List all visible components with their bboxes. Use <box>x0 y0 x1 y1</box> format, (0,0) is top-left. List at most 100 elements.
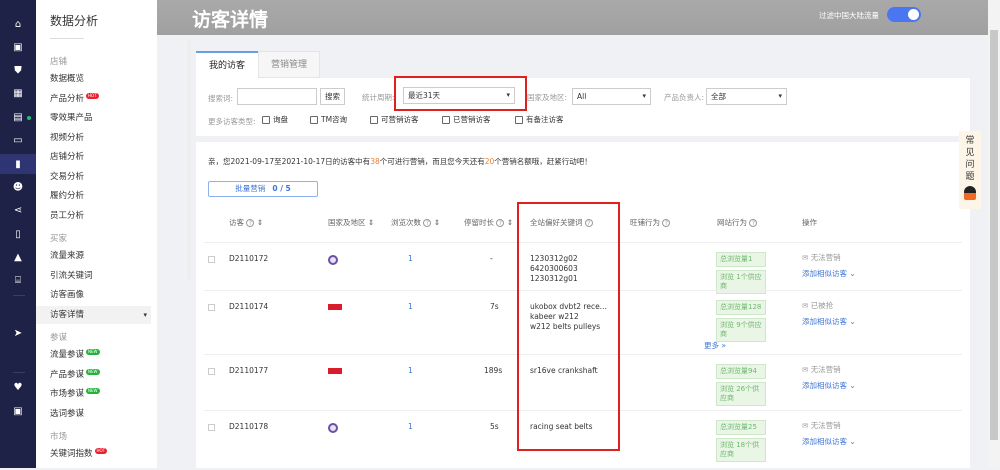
avatar-icon <box>964 186 976 200</box>
faq-button[interactable]: 常见问题 <box>959 131 981 209</box>
stay-duration: 7s <box>490 302 499 311</box>
view-count[interactable]: 1 <box>408 422 413 431</box>
column-header: 操作 <box>802 217 817 228</box>
grid-icon[interactable]: ▦ <box>0 83 36 103</box>
filter-china-label: 过滤中国大陆流量 <box>819 11 879 20</box>
row-checkbox[interactable] <box>208 304 215 311</box>
checkbox-marketed[interactable]: 已营销访客 <box>442 114 491 125</box>
tab-marketing[interactable]: 营销管理 <box>258 51 320 78</box>
sidebar-item[interactable]: 流量参谋 NEW <box>36 346 151 364</box>
share-icon[interactable]: ⋖ <box>0 200 36 220</box>
add-similar-visitor-link[interactable]: 添加相似访客 ⌄ <box>802 380 856 391</box>
help-icon[interactable]: ? <box>496 219 505 227</box>
users-icon[interactable]: ☻ <box>0 177 36 197</box>
search-button[interactable]: 搜索 <box>320 88 345 105</box>
column-label: 旺铺行为 <box>630 218 660 227</box>
chevron-down-icon: ⌄ <box>849 317 856 326</box>
filter-china-toggle[interactable] <box>887 7 921 22</box>
sort-icon[interactable]: ⇕ <box>507 218 513 227</box>
sidebar-item-label: 产品分析 <box>50 93 85 104</box>
stay-duration: 189s <box>484 366 503 375</box>
view-count[interactable]: 1 <box>408 366 413 375</box>
column-label: 操作 <box>802 218 817 227</box>
add-label: 添加相似访客 <box>802 317 847 326</box>
page-scrollbar[interactable] <box>988 0 1000 468</box>
sidebar-item[interactable]: 访客详情 <box>36 305 151 324</box>
sidebar-item[interactable]: 视频分析 <box>36 129 151 147</box>
sidebar-item[interactable]: 选词参谋 <box>36 405 151 423</box>
notice-text: 个可进行营销，而且您今天还有 <box>379 157 485 166</box>
help-icon[interactable]: ? <box>662 219 671 227</box>
sort-icon[interactable]: ⇕ <box>368 218 374 227</box>
row-checkbox[interactable] <box>208 424 215 431</box>
region-select[interactable]: All <box>572 88 651 105</box>
checkbox-inquiry[interactable]: 询盘 <box>262 114 288 125</box>
sidebar-item[interactable]: 产品分析 HOT <box>36 90 151 108</box>
add-similar-visitor-link[interactable]: 添加相似访客 ⌄ <box>802 316 856 327</box>
add-similar-visitor-link[interactable]: 添加相似访客 ⌄ <box>802 268 856 279</box>
row-checkbox[interactable] <box>208 368 215 375</box>
view-count[interactable]: 1 <box>408 302 413 311</box>
row-checkbox[interactable] <box>208 256 215 263</box>
sidebar-scrollbar[interactable] <box>187 40 191 280</box>
checkbox-label: 询盘 <box>273 115 288 124</box>
store-icon[interactable]: ▣ <box>0 37 36 57</box>
sidebar-item[interactable]: 访客画像 <box>36 286 151 304</box>
sidebar-item[interactable]: 数据概览 <box>36 70 151 88</box>
checkbox-label: 已营销访客 <box>453 115 491 124</box>
sidebar-item[interactable]: 市场参谋 NEW <box>36 385 151 403</box>
quota-count: 20 <box>484 157 495 166</box>
sidebar-item[interactable]: 履约分析 <box>36 187 151 205</box>
checkbox-marketable[interactable]: 可营销访客 <box>370 114 419 125</box>
more-label: 更多 <box>704 341 719 350</box>
marketable-count: 38 <box>370 157 380 166</box>
column-header[interactable]: 访客 ? ⇕ <box>229 217 263 228</box>
region-label: 国家及地区: <box>527 93 568 102</box>
add-similar-visitor-link[interactable]: 添加相似访客 ⌄ <box>802 436 856 447</box>
mail-icon: ✉ <box>802 421 809 430</box>
view-count[interactable]: 1 <box>408 254 413 263</box>
heart-icon[interactable]: ♥ <box>0 377 36 397</box>
column-header[interactable]: 浏览次数 ? ⇕ <box>391 217 440 228</box>
search-input[interactable] <box>237 88 317 105</box>
mail-icon: ✉ <box>802 365 809 374</box>
help-icon[interactable]: ? <box>749 219 758 227</box>
shield-icon[interactable]: ⛊ <box>0 60 36 80</box>
notice-text: 亲，您2021-09-17至2021-10-17日的访客中有 <box>208 157 371 166</box>
sidebar-item[interactable]: 流量来源 <box>36 247 151 265</box>
bank-icon[interactable]: ⌸ <box>0 270 36 290</box>
clipboard-icon[interactable]: ▯ <box>0 224 36 244</box>
home-icon[interactable]: ⌂ <box>0 14 36 34</box>
search-label: 搜索词: <box>208 94 234 103</box>
checkbox-tm[interactable]: TM咨询 <box>310 114 347 125</box>
tab-my-visitors[interactable]: 我的访客 <box>196 51 258 78</box>
sidebar-item[interactable]: 产品参谋 NEW <box>36 366 151 384</box>
help-icon[interactable]: ? <box>246 219 255 227</box>
double-chevron-icon: » <box>721 341 726 350</box>
help-icon[interactable]: ? <box>423 219 432 227</box>
checkbox-noted[interactable]: 有备注访客 <box>515 114 564 125</box>
sidebar-item[interactable]: 员工分析 <box>36 207 151 225</box>
mail-icon: ✉ <box>802 301 809 310</box>
sidebar-item[interactable]: 引流关键词 <box>36 267 151 285</box>
sort-icon[interactable]: ⇕ <box>434 218 440 227</box>
car-icon[interactable]: ▲ <box>0 247 36 267</box>
scrollbar-thumb[interactable] <box>990 30 998 440</box>
send-icon[interactable]: ➤ <box>0 323 36 343</box>
briefcase-icon[interactable]: ▣ <box>0 401 36 421</box>
sidebar-item[interactable]: 零效果产品 <box>36 109 151 127</box>
column-header[interactable]: 停留时长 ? ⇕ <box>464 217 513 228</box>
sidebar-item[interactable]: 交易分析 <box>36 168 151 186</box>
column-header[interactable]: 国家及地区 ⇕ <box>328 217 374 228</box>
bulk-marketing-button[interactable]: 批量营销 0 / 5 <box>208 181 318 197</box>
owner-select[interactable]: 全部 <box>706 88 787 105</box>
message-icon[interactable]: ▭ <box>0 130 36 150</box>
chart-icon[interactable]: ▮ <box>0 154 36 174</box>
sidebar-item[interactable]: 店铺分析 <box>36 148 151 166</box>
filter-panel: 搜索词: 搜索 统计周期: 最近31天 国家及地区: All 产品负责人: 全部… <box>196 78 970 136</box>
bulk-count: 0 / 5 <box>272 184 291 193</box>
column-label: 国家及地区 <box>328 218 366 227</box>
sidebar-item[interactable]: 关键词指数 HOT <box>36 445 151 463</box>
sort-icon[interactable]: ⇕ <box>257 218 263 227</box>
more-link[interactable]: 更多 » <box>704 340 726 351</box>
